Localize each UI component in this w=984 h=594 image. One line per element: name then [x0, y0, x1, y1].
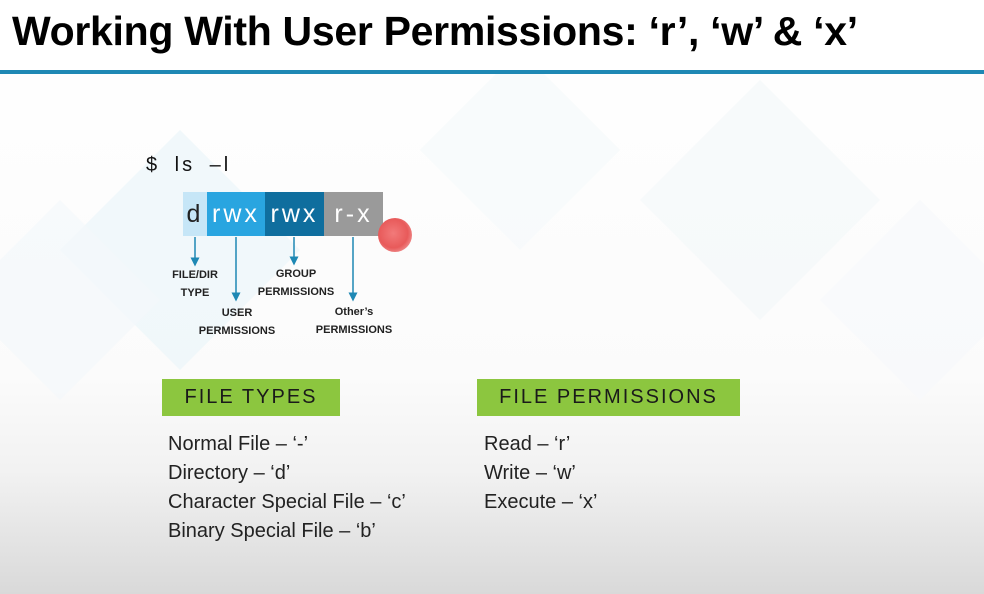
list-item: Read – ‘r’ — [484, 433, 571, 455]
file-types-list: Normal File – ‘-’ Directory – ‘d’ Charac… — [168, 430, 406, 546]
file-types-header: FILE TYPES — [162, 379, 340, 416]
pointer-highlight — [378, 218, 412, 252]
label-line: GROUP — [275, 268, 317, 280]
label-line: FILE/DIR — [172, 269, 218, 281]
file-permissions-header: FILE PERMISSIONS — [477, 379, 740, 416]
list-item: Write – ‘w’ — [484, 462, 576, 484]
list-item: Binary Special File – ‘b’ — [168, 520, 376, 542]
label-line: PERMISSIONS — [198, 325, 276, 337]
slide-title: Working With User Permissions: ‘r’, ‘w’ … — [12, 8, 858, 54]
list-item: Normal File – ‘-’ — [168, 433, 309, 455]
label-line: USER — [221, 307, 253, 319]
ls-command: $ ls –l — [146, 154, 232, 176]
other-permissions-block: r-x — [324, 192, 383, 236]
file-type-char: d — [183, 192, 207, 236]
file-dir-type-label: FILE/DIR TYPE — [160, 266, 230, 302]
label-line: PERMISSIONS — [257, 286, 335, 298]
title-bar: Working With User Permissions: ‘r’, ‘w’ … — [0, 0, 984, 72]
group-permissions-block: rwx — [265, 192, 324, 236]
list-item: Character Special File – ‘c’ — [168, 491, 406, 513]
label-line: PERMISSIONS — [315, 324, 393, 336]
others-permissions-label: Other’s PERMISSIONS — [306, 303, 402, 339]
group-permissions-label: GROUP PERMISSIONS — [248, 265, 344, 301]
file-permissions-list: Read – ‘r’ Write – ‘w’ Execute – ‘x’ — [484, 430, 597, 517]
user-permissions-label: USER PERMISSIONS — [188, 304, 286, 340]
label-line: Other’s — [334, 306, 374, 318]
label-line: TYPE — [180, 287, 210, 299]
title-underline — [0, 70, 984, 74]
list-item: Directory – ‘d’ — [168, 462, 291, 484]
list-item: Execute – ‘x’ — [484, 491, 598, 513]
user-permissions-block: rwx — [207, 192, 265, 236]
presentation-slide: Working With User Permissions: ‘r’, ‘w’ … — [0, 0, 984, 594]
